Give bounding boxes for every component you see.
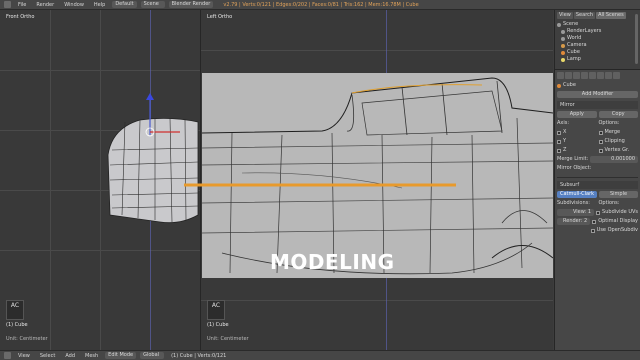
navigation-gizmo[interactable]: AC — [207, 300, 225, 320]
menu-file[interactable]: File — [15, 1, 29, 9]
simple-button[interactable]: Simple — [599, 191, 638, 198]
add-modifier-button[interactable]: Add Modifier — [557, 91, 638, 98]
outliner-item-camera[interactable]: Camera — [557, 42, 638, 49]
screen-layout-select[interactable]: Default — [112, 1, 137, 8]
optimal-display-checkbox[interactable] — [592, 219, 597, 224]
vertex-groups-checkbox[interactable] — [598, 148, 603, 153]
unit-label: Unit: Centimeter — [207, 336, 249, 342]
bottom-header: View Select Add Mesh Edit Mode Global (1… — [0, 350, 640, 360]
axis-z-checkbox[interactable] — [557, 148, 561, 153]
world-icon — [573, 72, 580, 79]
render-levels-field[interactable]: Render: 2 — [557, 218, 591, 225]
tab-view[interactable]: View — [557, 12, 573, 19]
mesh-front-view[interactable] — [0, 10, 200, 350]
scene-select[interactable]: Scene — [140, 1, 165, 8]
axis-label: Axis: — [557, 120, 570, 126]
outliner-item-world[interactable]: World — [557, 35, 638, 42]
subdivisions-label: Subdivisions: — [557, 200, 590, 206]
wrench-icon — [597, 72, 604, 79]
menu-add[interactable]: Add — [62, 352, 78, 360]
object-icon — [581, 72, 588, 79]
reference-image-car — [202, 73, 553, 278]
render-icon — [557, 72, 564, 79]
outliner-item-cube[interactable]: Cube — [557, 49, 638, 56]
options-label: Options: — [598, 120, 620, 126]
data-icon — [605, 72, 612, 79]
subsurf-options-label: Options: — [598, 200, 620, 206]
mirror-modifier-header[interactable]: Mirror — [557, 101, 638, 109]
view-levels-field[interactable]: View: 1 — [557, 209, 595, 216]
menu-view[interactable]: View — [15, 352, 33, 360]
constraint-icon — [589, 72, 596, 79]
merge-limit-label: Merge Limit: — [557, 156, 589, 162]
catmull-clark-button[interactable]: Catmull-Clark — [557, 191, 598, 198]
properties-editor: Cube Add Modifier Mirror Apply Copy Axis… — [555, 70, 640, 238]
editor-type-icon[interactable] — [4, 1, 11, 8]
axis-y-checkbox[interactable] — [557, 139, 561, 144]
scene-stats: v2.79 | Verts:0/121 | Edges:0/202 | Face… — [223, 1, 419, 8]
mirror-object-label: Mirror Object: — [557, 165, 592, 171]
viewport-label: Left Ortho — [207, 14, 233, 20]
outliner: View Search All Scenes Scene RenderLayer… — [555, 10, 640, 70]
menu-mesh[interactable]: Mesh — [82, 352, 101, 360]
unit-label: Unit: Centimeter — [6, 336, 48, 342]
active-object-label: (1) Cube — [6, 322, 28, 328]
video-caption: MODELING — [270, 250, 395, 274]
tab-all-scenes[interactable]: All Scenes — [596, 12, 626, 19]
menu-select[interactable]: Select — [37, 352, 58, 360]
editor-type-icon[interactable] — [4, 352, 11, 359]
outliner-item-scene[interactable]: Scene — [557, 21, 638, 28]
menu-render[interactable]: Render — [33, 1, 57, 9]
navigation-gizmo[interactable]: AC — [6, 300, 24, 320]
status-info: (1) Cube | Verts:0/121 — [171, 352, 227, 359]
viewport-front[interactable]: Front Ortho AC (1) Cube Unit: Centimeter — [0, 10, 200, 350]
pivot-select[interactable]: Global — [140, 352, 165, 359]
outliner-scrollbar[interactable] — [635, 14, 638, 64]
apply-button[interactable]: Apply — [557, 111, 597, 118]
properties-context-tabs[interactable] — [557, 72, 638, 79]
opensubdiv-checkbox[interactable] — [590, 228, 595, 233]
object-name: Cube — [563, 82, 576, 88]
merge-checkbox[interactable] — [598, 130, 603, 135]
right-panels: View Search All Scenes Scene RenderLayer… — [554, 10, 640, 350]
tab-search[interactable]: Search — [573, 12, 596, 19]
selected-edge-line — [184, 183, 456, 187]
scene-icon — [565, 72, 572, 79]
outliner-item-renderlayers[interactable]: RenderLayers — [557, 28, 638, 35]
subsurf-modifier-header[interactable]: Subsurf — [557, 181, 638, 189]
copy-button[interactable]: Copy — [598, 111, 638, 118]
subdivide-uvs-checkbox[interactable] — [596, 210, 601, 215]
axis-x-checkbox[interactable] — [557, 130, 561, 135]
menu-help[interactable]: Help — [91, 1, 108, 9]
outliner-item-lamp[interactable]: Lamp — [557, 56, 638, 63]
mode-select[interactable]: Edit Mode — [105, 352, 137, 359]
active-object-label: (1) Cube — [207, 322, 229, 328]
render-engine-select[interactable]: Blender Render — [168, 1, 214, 8]
merge-limit-field[interactable]: 0.001000 — [590, 156, 638, 163]
clipping-checkbox[interactable] — [598, 139, 603, 144]
material-icon — [613, 72, 620, 79]
menu-window[interactable]: Window — [61, 1, 87, 9]
top-info-bar: File Render Window Help Default Scene Bl… — [0, 0, 640, 10]
